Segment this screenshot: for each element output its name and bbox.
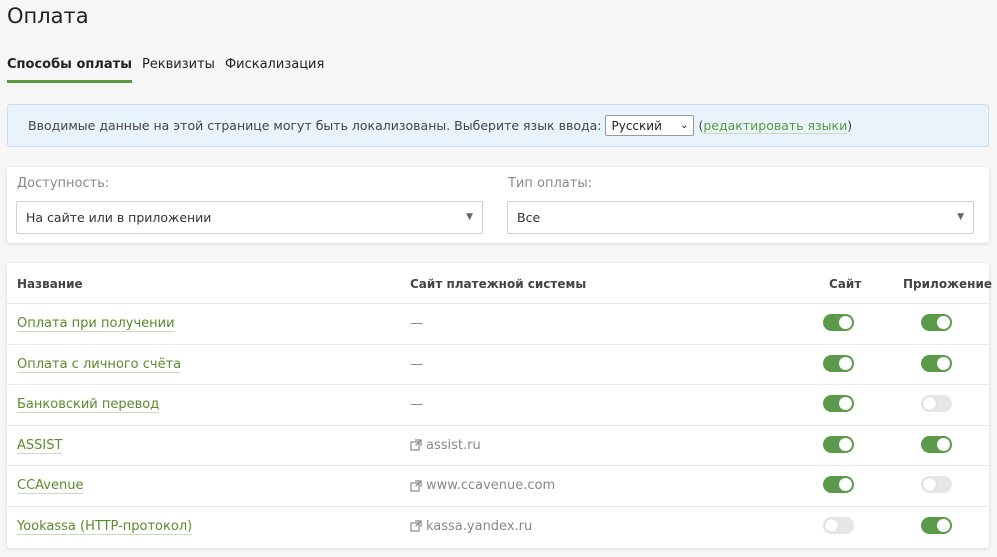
payment-system-site[interactable]: kassa.yandex.ru bbox=[410, 519, 532, 534]
payment-type-select-value: Все bbox=[517, 210, 541, 225]
table-row: Оплата с личного счёта — bbox=[7, 345, 989, 386]
payment-system-site: — bbox=[410, 397, 423, 412]
app-availability-toggle[interactable] bbox=[921, 354, 952, 372]
payment-methods-table: Название Сайт платежной системы Сайт При… bbox=[7, 263, 992, 548]
availability-label: Доступность: bbox=[17, 176, 110, 191]
language-select[interactable]: Русский ⌄ bbox=[605, 115, 695, 136]
payment-system-site[interactable]: assist.ru bbox=[410, 438, 481, 453]
payment-method-link[interactable]: Банковский перевод bbox=[17, 397, 160, 414]
app-availability-toggle[interactable] bbox=[921, 476, 952, 494]
column-header-site: Сайт платежной системы bbox=[410, 277, 587, 291]
payment-method-link[interactable]: Оплата с личного счёта bbox=[17, 357, 182, 373]
tab-bar: Способы оплаты Реквизиты Фискализация bbox=[7, 54, 324, 83]
payment-method-link[interactable]: Yookassa (HTTP-протокол) bbox=[17, 519, 193, 535]
app-availability-toggle[interactable] bbox=[921, 516, 952, 534]
table-row: ASSIST assist.ru bbox=[7, 426, 989, 467]
localization-notice: Вводимые данные на этой странице могут б… bbox=[7, 104, 989, 147]
payment-system-site-text: assist.ru bbox=[426, 437, 481, 453]
site-availability-toggle[interactable] bbox=[823, 354, 854, 372]
external-link-icon bbox=[410, 439, 422, 451]
localization-text: Вводимые данные на этой странице могут б… bbox=[28, 118, 602, 133]
app-availability-toggle[interactable] bbox=[921, 395, 952, 413]
caret-down-icon: ▼ bbox=[466, 212, 473, 222]
external-link-icon bbox=[410, 480, 422, 492]
payment-system-site-text: — bbox=[410, 316, 423, 331]
column-header-app: Приложение bbox=[903, 277, 992, 291]
table-row: Yookassa (HTTP-протокол) kassa.yandex.ru bbox=[7, 507, 989, 548]
page-title: Оплата bbox=[7, 4, 89, 28]
site-availability-toggle[interactable] bbox=[823, 476, 854, 494]
tab-requisites[interactable]: Реквизиты bbox=[142, 54, 215, 83]
site-availability-toggle[interactable] bbox=[823, 314, 854, 331]
payment-system-site-text: www.ccavenue.com bbox=[426, 478, 556, 494]
external-link-icon bbox=[410, 520, 422, 533]
payment-system-site: — bbox=[410, 357, 423, 372]
chevron-down-icon: ⌄ bbox=[680, 120, 689, 131]
payment-system-site: — bbox=[410, 316, 423, 331]
app-availability-toggle[interactable] bbox=[921, 435, 952, 453]
column-header-web: Сайт bbox=[829, 277, 862, 291]
language-select-value: Русский bbox=[611, 118, 662, 133]
site-availability-toggle[interactable] bbox=[823, 516, 854, 534]
payment-method-link[interactable]: Оплата при получении bbox=[17, 316, 175, 332]
availability-select[interactable]: На сайте или в приложении ▼ bbox=[16, 201, 483, 234]
payment-type-select[interactable]: Все ▼ bbox=[507, 201, 974, 234]
close-paren: ) bbox=[847, 118, 853, 133]
table-row: Банковский перевод — bbox=[7, 385, 989, 426]
payment-method-link[interactable]: ASSIST bbox=[17, 438, 63, 454]
site-availability-toggle[interactable] bbox=[823, 435, 854, 453]
table-row: CCAvenue www.ccavenue.com bbox=[7, 466, 989, 507]
edit-languages: (редактировать языки) bbox=[698, 118, 853, 134]
table-body: Оплата при получении — Оплата с личного сч… bbox=[7, 304, 989, 548]
app-availability-toggle[interactable] bbox=[921, 314, 952, 331]
filter-panel: Доступность: На сайте или в приложении ▼… bbox=[7, 167, 989, 243]
table-row: Оплата при получении — bbox=[7, 304, 989, 345]
column-header-name: Название bbox=[17, 277, 83, 291]
payment-system-site[interactable]: www.ccavenue.com bbox=[410, 478, 555, 493]
table-header: Название Сайт платежной системы Сайт При… bbox=[7, 263, 992, 304]
site-availability-toggle[interactable] bbox=[823, 395, 854, 413]
payment-system-site-text: — bbox=[410, 356, 423, 372]
payment-system-site-text: kassa.yandex.ru bbox=[426, 518, 533, 534]
payment-system-site-text: — bbox=[410, 397, 423, 413]
payment-type-label: Тип оплаты: bbox=[508, 176, 592, 191]
caret-down-icon: ▼ bbox=[957, 212, 964, 222]
tab-fiscalization[interactable]: Фискализация bbox=[225, 54, 324, 83]
payment-method-link[interactable]: CCAvenue bbox=[17, 478, 84, 495]
availability-select-value: На сайте или в приложении bbox=[26, 210, 212, 225]
tab-payment-methods[interactable]: Способы оплаты bbox=[7, 54, 132, 83]
edit-languages-link[interactable]: редактировать языки bbox=[703, 118, 848, 134]
